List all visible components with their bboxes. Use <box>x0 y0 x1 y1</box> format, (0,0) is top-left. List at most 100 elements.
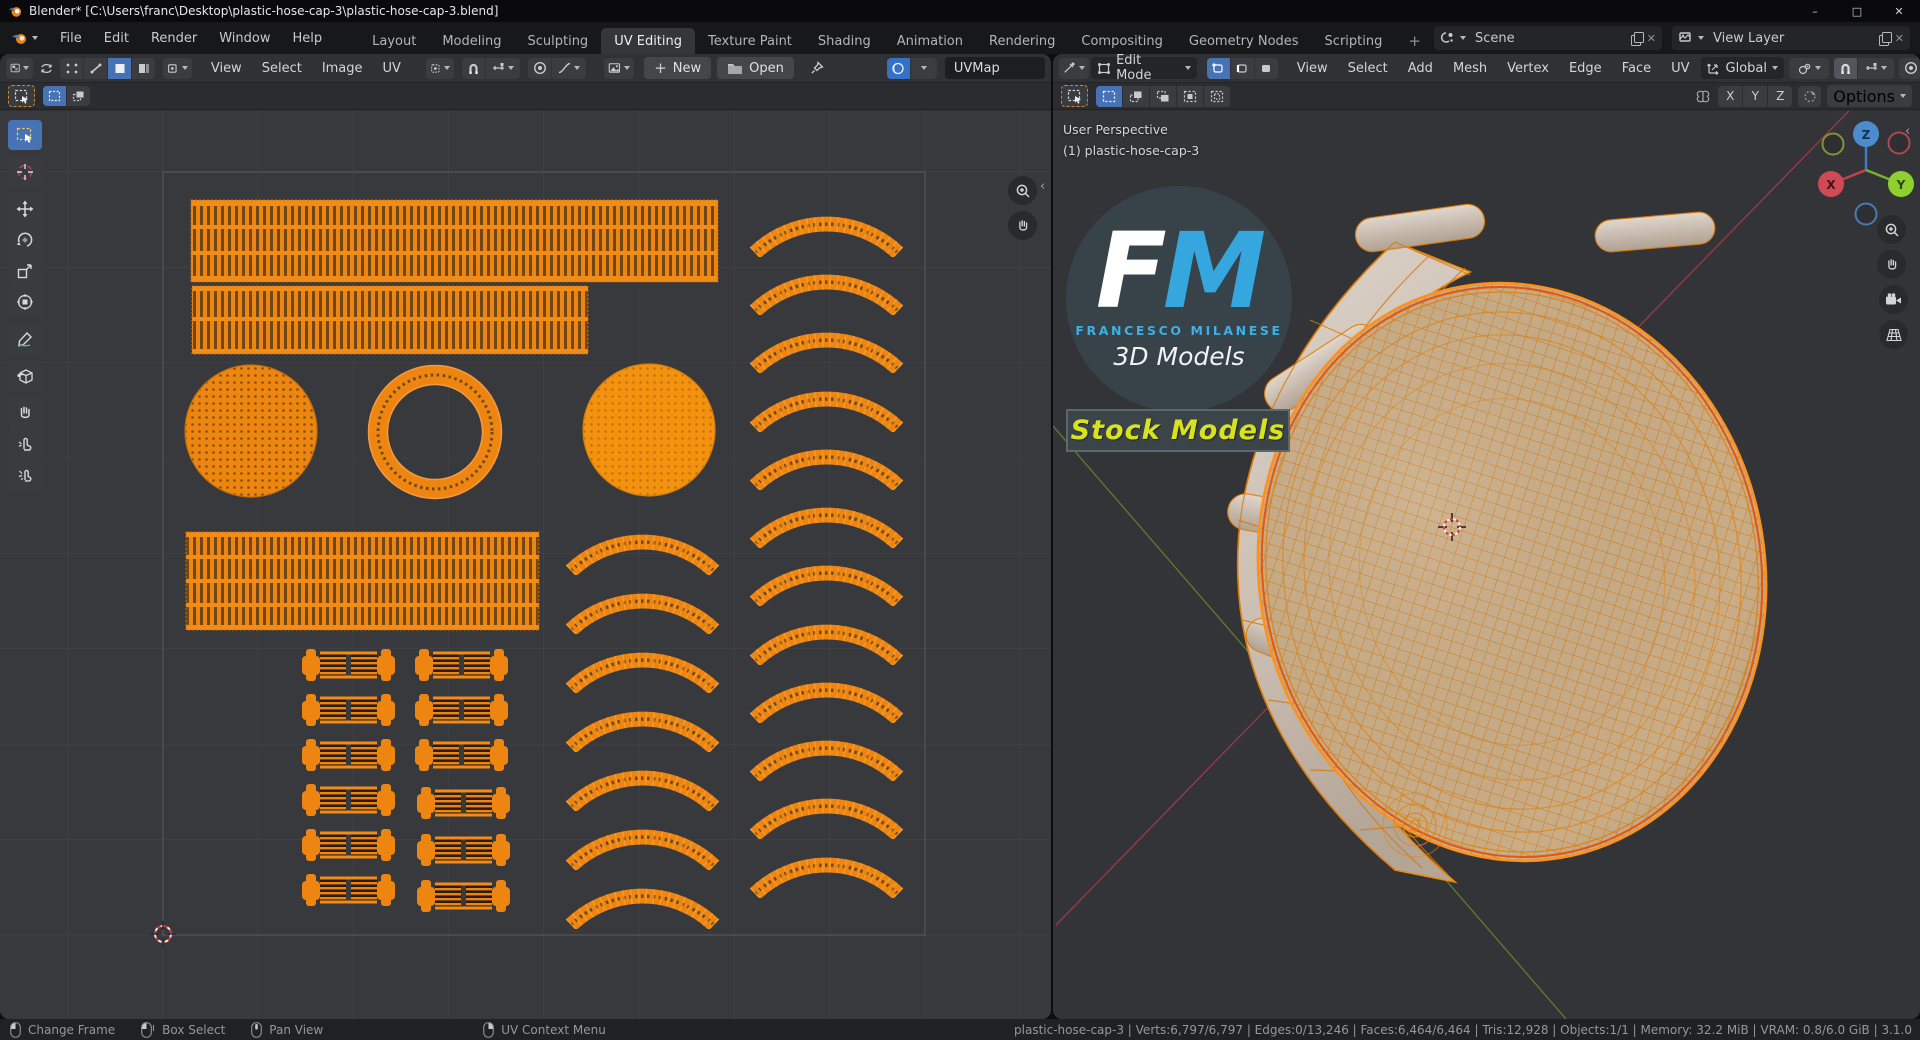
uv-island-band-a[interactable] <box>190 199 719 283</box>
new-scene-icon[interactable] <box>1630 32 1644 46</box>
editor-type-button[interactable] <box>6 57 34 79</box>
uv-active-tool-button[interactable] <box>8 85 35 107</box>
v3d-active-tool-button[interactable] <box>1061 85 1088 107</box>
uv-mode-set-button[interactable] <box>43 86 66 106</box>
v3d-pan-button[interactable] <box>1877 250 1906 279</box>
menu-render[interactable]: Render <box>140 22 208 54</box>
menu-file[interactable]: File <box>49 22 93 54</box>
tool-scale[interactable] <box>8 256 42 286</box>
new-view-layer-icon[interactable] <box>1878 32 1892 46</box>
v3d-menu-add[interactable]: Add <box>1399 54 1442 82</box>
mirror-x-button[interactable]: X <box>1718 85 1743 107</box>
tool-relax[interactable] <box>8 429 42 459</box>
tool-cursor[interactable] <box>8 157 42 187</box>
gizmo-y-neg-axis[interactable] <box>1821 132 1845 156</box>
uv-menu-view[interactable]: View <box>202 54 251 82</box>
uv-island-band-c[interactable] <box>185 531 540 631</box>
tool-rip-region[interactable] <box>8 361 42 391</box>
v3d-ortho-toggle-button[interactable] <box>1879 320 1908 349</box>
image-new-button[interactable]: + New <box>644 57 712 79</box>
snap-settings-dropdown[interactable] <box>486 57 521 79</box>
uv-menu-select[interactable]: Select <box>253 54 311 82</box>
mirror-y-button[interactable]: Y <box>1743 85 1768 107</box>
uv-zoom-button[interactable] <box>1008 176 1037 205</box>
uv-select-island-button[interactable] <box>132 57 156 79</box>
tab-animation[interactable]: Animation <box>884 28 976 54</box>
uv-canvas[interactable] <box>0 111 1051 1019</box>
menu-help[interactable]: Help <box>282 22 334 54</box>
uv-select-edge-button[interactable] <box>84 57 108 79</box>
uv-pan-button[interactable] <box>1008 211 1037 240</box>
snap-to-symmetry-button[interactable] <box>1798 85 1822 107</box>
uv-island-disc-left[interactable] <box>184 364 318 498</box>
scene-selector[interactable]: Scene ✕ <box>1434 26 1662 50</box>
uv-island-band-b[interactable] <box>191 285 589 355</box>
snap-toggle-button[interactable] <box>462 57 486 79</box>
v3d-mode-intersect-button[interactable] <box>1204 85 1230 107</box>
tab-shading[interactable]: Shading <box>805 28 884 54</box>
minimize-button[interactable]: – <box>1794 0 1836 22</box>
v3d-camera-button[interactable] <box>1879 285 1908 314</box>
view-layer-selector[interactable]: View Layer ✕ <box>1672 26 1910 50</box>
v3d-mode-set-button[interactable] <box>1096 85 1122 107</box>
tab-uv-editing[interactable]: UV Editing <box>601 28 696 54</box>
tab-modeling[interactable]: Modeling <box>429 28 514 54</box>
options-dropdown[interactable]: Options <box>1827 85 1912 107</box>
menu-edit[interactable]: Edit <box>93 22 140 54</box>
mode-selector[interactable]: Edit Mode <box>1091 54 1197 83</box>
v3d-mode-invert-button[interactable] <box>1177 85 1203 107</box>
tab-texture-paint[interactable]: Texture Paint <box>695 28 805 54</box>
v3d-proportional-edit-toggle[interactable] <box>1899 57 1920 79</box>
tool-grab[interactable] <box>8 398 42 428</box>
edge-mode-button[interactable] <box>1230 57 1254 79</box>
tool-pinch[interactable] <box>8 460 42 490</box>
v3d-menu-vertex[interactable]: Vertex <box>1498 54 1558 82</box>
snap-target-dropdown[interactable] <box>1789 57 1829 79</box>
mirror-icon[interactable] <box>1694 89 1712 104</box>
mirror-z-button[interactable]: Z <box>1768 85 1793 107</box>
pivot-point-dropdown[interactable] <box>425 57 455 79</box>
pin-image-button[interactable] <box>806 58 829 79</box>
tool-transform[interactable] <box>8 287 42 317</box>
close-button[interactable]: ✕ <box>1878 0 1920 22</box>
mode-icon-dropdown[interactable] <box>1059 57 1090 79</box>
tab-compositing[interactable]: Compositing <box>1068 28 1176 54</box>
uv-map-dropdown[interactable] <box>910 57 937 79</box>
v3d-snap-toggle[interactable] <box>1834 57 1857 79</box>
tab-sculpting[interactable]: Sculpting <box>514 28 601 54</box>
v3d-menu-mesh[interactable]: Mesh <box>1444 54 1496 82</box>
tool-rotate[interactable] <box>8 225 42 255</box>
proportional-falloff-dropdown[interactable] <box>552 57 587 79</box>
face-mode-button[interactable] <box>1254 57 1278 79</box>
uv-island-disc-right[interactable] <box>582 363 716 497</box>
transform-orientation-dropdown[interactable]: Global <box>1700 57 1784 79</box>
v3d-snap-settings-dropdown[interactable] <box>1858 57 1894 79</box>
remove-view-layer-icon[interactable]: ✕ <box>1895 32 1904 45</box>
tab-geometry-nodes[interactable]: Geometry Nodes <box>1176 28 1312 54</box>
navigation-gizmo[interactable]: Z X Y <box>1818 118 1914 228</box>
uv-select-face-button[interactable] <box>108 57 132 79</box>
uv-menu-uv[interactable]: UV <box>374 54 410 82</box>
tool-move[interactable] <box>8 194 42 224</box>
v3d-menu-view[interactable]: View <box>1288 54 1337 82</box>
tab-scripting[interactable]: Scripting <box>1312 28 1396 54</box>
uv-map-name-field[interactable]: UVMap <box>944 57 1045 79</box>
vertex-mode-button[interactable] <box>1206 57 1230 79</box>
v3d-mode-extend-button[interactable] <box>1123 85 1149 107</box>
uv-menu-image[interactable]: Image <box>313 54 372 82</box>
uv-sidebar-collapse-arrow[interactable]: ‹ <box>1040 179 1045 194</box>
gizmo-z-neg-axis[interactable] <box>1854 202 1878 226</box>
viewport-canvas[interactable]: User Perspective (1) plastic-hose-cap-3 <box>1053 111 1920 1019</box>
maximize-button[interactable]: □ <box>1836 0 1878 22</box>
tool-annotate[interactable] <box>8 324 42 354</box>
tab-layout[interactable]: Layout <box>359 28 429 54</box>
v3d-mode-subtract-button[interactable] <box>1150 85 1176 107</box>
sticky-selection-dropdown[interactable] <box>163 57 192 79</box>
unlink-scene-icon[interactable]: ✕ <box>1647 32 1656 45</box>
uv-select-vertex-button[interactable] <box>60 57 84 79</box>
uv-mode-extend-button[interactable] <box>67 86 90 106</box>
v3d-menu-edge[interactable]: Edge <box>1560 54 1611 82</box>
blender-menu-button[interactable] <box>0 22 49 54</box>
model-plastic-hose-cap[interactable] <box>1212 202 1811 901</box>
uv-map-icon-button[interactable] <box>886 57 910 79</box>
